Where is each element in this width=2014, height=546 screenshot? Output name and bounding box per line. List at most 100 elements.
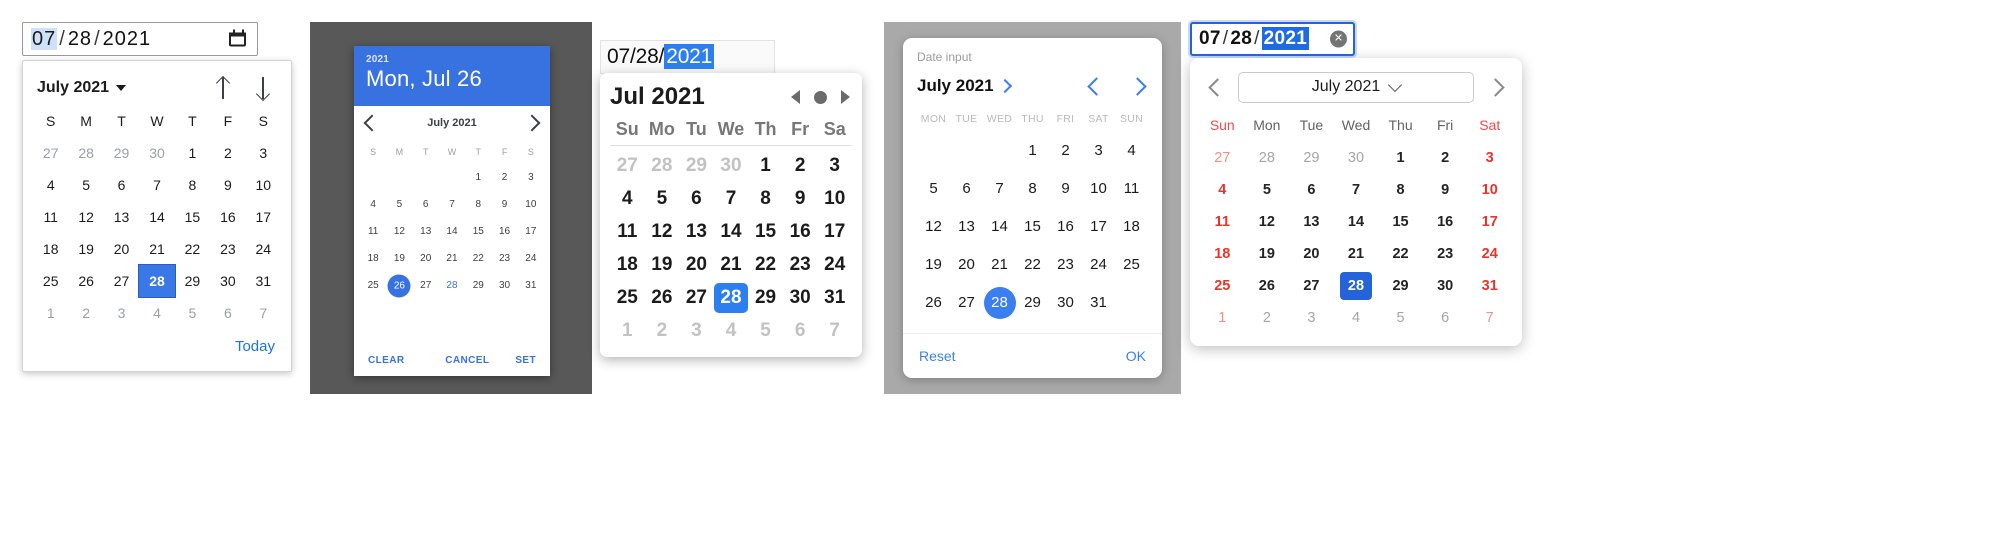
chevron-left-icon[interactable] (1087, 76, 1106, 96)
day-cell[interactable]: 23 (210, 233, 245, 265)
day-cell[interactable]: 22 (175, 233, 210, 265)
day-cell[interactable]: 4 (360, 191, 386, 218)
day-cell[interactable]: 6 (210, 297, 245, 329)
year-segment[interactable]: 2021 (103, 28, 152, 50)
chevron-down-icon[interactable] (116, 85, 127, 91)
day-cell[interactable]: 25 (33, 265, 68, 297)
day-cell[interactable]: 9 (210, 169, 245, 201)
day-cell[interactable]: 1 (1200, 302, 1245, 334)
day-cell[interactable]: 3 (1289, 302, 1334, 334)
day-cell[interactable]: 27 (950, 284, 983, 322)
day-cell[interactable]: 27 (1200, 142, 1245, 174)
day-cell[interactable]: 2 (210, 137, 245, 169)
day-cell[interactable]: 28 (1334, 270, 1379, 302)
day-cell[interactable]: 27 (104, 265, 139, 297)
day-segment[interactable]: 28 (636, 45, 659, 68)
day-cell[interactable]: 18 (1200, 238, 1245, 270)
cancel-button[interactable]: CANCEL (445, 355, 489, 366)
day-cell[interactable]: 22 (1378, 238, 1423, 270)
day-cell[interactable]: 4 (1200, 174, 1245, 206)
day-cell[interactable]: 18 (360, 245, 386, 272)
day-cell[interactable]: 1 (33, 297, 68, 329)
day-cell[interactable]: 29 (465, 272, 491, 299)
day-cell[interactable]: 1 (610, 314, 645, 347)
day-cell[interactable]: 21 (1334, 238, 1379, 270)
day-cell[interactable]: 3 (246, 137, 281, 169)
day-cell[interactable]: 2 (1245, 302, 1290, 334)
day-cell[interactable]: 19 (917, 246, 950, 284)
day-cell[interactable]: 28 (645, 149, 680, 182)
day-cell[interactable]: 30 (139, 137, 174, 169)
day-cell[interactable]: 8 (748, 182, 783, 215)
day-cell[interactable]: 18 (1115, 208, 1148, 246)
circle-icon[interactable] (814, 90, 827, 104)
day-cell[interactable]: 26 (68, 265, 103, 297)
day-cell[interactable]: 15 (465, 218, 491, 245)
day-cell[interactable]: 28 (68, 137, 103, 169)
clear-circle-icon[interactable]: ✕ (1330, 30, 1347, 48)
day-cell[interactable]: 17 (817, 215, 852, 248)
day-cell[interactable]: 24 (246, 233, 281, 265)
day-cell[interactable]: 1 (175, 137, 210, 169)
day-cell[interactable]: 2 (68, 297, 103, 329)
day-cell[interactable]: 4 (610, 182, 645, 215)
day-cell[interactable]: 28 (983, 284, 1016, 322)
day-cell[interactable]: 17 (1467, 206, 1512, 238)
day-cell[interactable]: 17 (246, 201, 281, 233)
day-cell[interactable]: 26 (386, 272, 412, 299)
day-cell[interactable]: 30 (1049, 284, 1082, 322)
month-segment[interactable]: 07 (607, 45, 630, 68)
day-cell[interactable]: 25 (360, 272, 386, 299)
day-cell[interactable]: 5 (386, 191, 412, 218)
day-cell[interactable]: 5 (68, 169, 103, 201)
date-input-field[interactable]: 07/28/2021 ✕ (1190, 22, 1355, 56)
day-cell[interactable]: 27 (413, 272, 439, 299)
day-cell[interactable]: 20 (950, 246, 983, 284)
day-cell[interactable]: 31 (817, 281, 852, 314)
day-cell[interactable]: 13 (104, 201, 139, 233)
header-year[interactable]: 2021 (366, 54, 538, 65)
day-cell[interactable]: 26 (917, 284, 950, 322)
day-cell[interactable]: 9 (1049, 170, 1082, 208)
day-cell[interactable]: 16 (1423, 206, 1468, 238)
day-cell[interactable]: 17 (518, 218, 544, 245)
chevron-right-icon[interactable] (1485, 77, 1505, 97)
day-cell[interactable]: 5 (748, 314, 783, 347)
day-cell[interactable]: 3 (104, 297, 139, 329)
day-cell[interactable]: 21 (714, 248, 749, 281)
day-cell[interactable]: 15 (175, 201, 210, 233)
day-cell[interactable]: 5 (1245, 174, 1290, 206)
day-cell[interactable]: 30 (1423, 270, 1468, 302)
day-cell[interactable]: 8 (1016, 170, 1049, 208)
day-cell[interactable]: 6 (413, 191, 439, 218)
day-cell[interactable]: 7 (1334, 174, 1379, 206)
day-cell[interactable]: 16 (1049, 208, 1082, 246)
day-cell[interactable]: 5 (175, 297, 210, 329)
day-cell[interactable]: 21 (439, 245, 465, 272)
day-cell[interactable]: 24 (1467, 238, 1512, 270)
day-cell[interactable]: 27 (1289, 270, 1334, 302)
day-cell[interactable]: 4 (1334, 302, 1379, 334)
day-cell[interactable]: 10 (1467, 174, 1512, 206)
day-cell[interactable]: 4 (139, 297, 174, 329)
day-cell[interactable]: 29 (748, 281, 783, 314)
month-year-dropdown[interactable]: July 2021 (1238, 71, 1474, 103)
day-cell[interactable]: 26 (1245, 270, 1290, 302)
calendar-icon[interactable] (229, 29, 248, 49)
day-cell[interactable]: 19 (68, 233, 103, 265)
day-cell[interactable]: 31 (246, 265, 281, 297)
day-cell[interactable]: 6 (950, 170, 983, 208)
day-cell[interactable]: 24 (518, 245, 544, 272)
day-segment[interactable]: 28 (68, 28, 92, 50)
chevron-left-icon[interactable] (1207, 77, 1227, 97)
day-cell[interactable]: 15 (1016, 208, 1049, 246)
day-cell[interactable]: 30 (1334, 142, 1379, 174)
day-cell[interactable]: 11 (610, 215, 645, 248)
month-segment[interactable]: 07 (31, 27, 58, 50)
day-cell[interactable]: 11 (1200, 206, 1245, 238)
day-cell[interactable]: 25 (610, 281, 645, 314)
ok-button[interactable]: OK (1126, 348, 1146, 364)
header-date[interactable]: Mon, Jul 26 (366, 66, 538, 92)
day-cell[interactable]: 29 (1289, 142, 1334, 174)
day-cell[interactable]: 7 (817, 314, 852, 347)
